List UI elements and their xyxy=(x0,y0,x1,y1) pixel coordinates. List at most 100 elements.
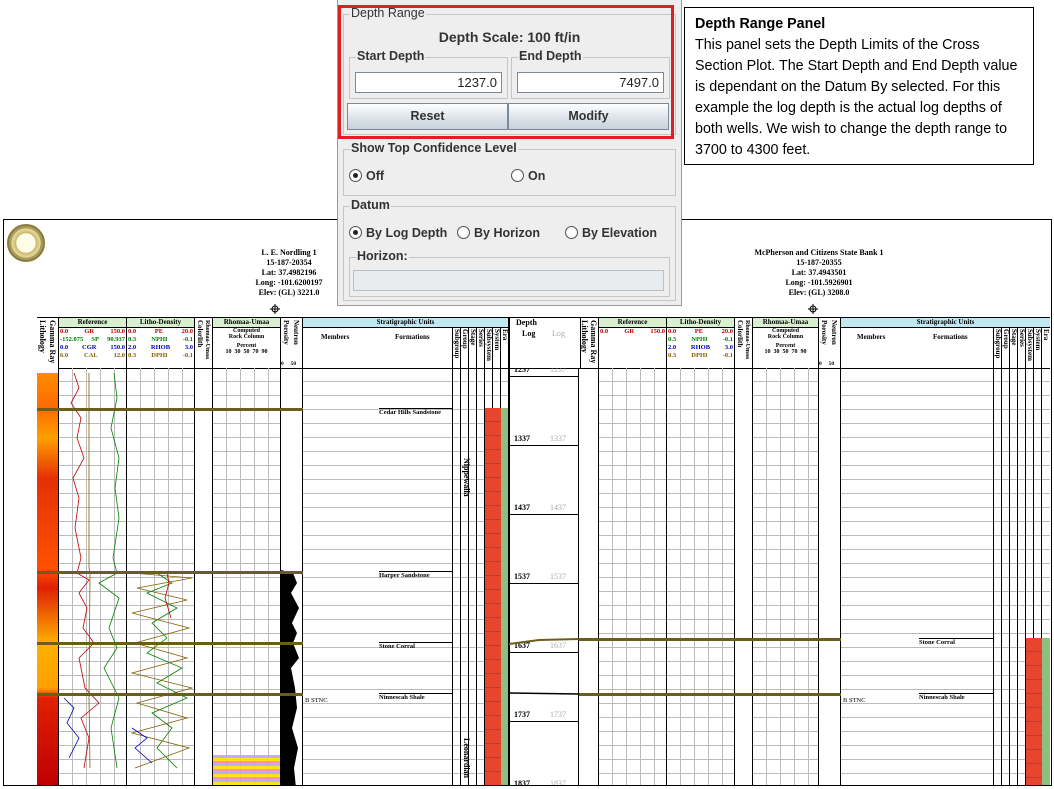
neutron-porosity-fill xyxy=(281,570,299,785)
curve-max: -0.1 xyxy=(182,352,193,359)
well-2-lat: Lat: 37.4943501 xyxy=(791,268,847,277)
colorlith-header: Colorlith Rhomaa-Umaa xyxy=(195,318,213,368)
curve-scale-row: 0.0 CGR 150.0 xyxy=(59,344,126,352)
confidence-on-radio[interactable]: On xyxy=(511,169,545,183)
strat-col-divider xyxy=(1017,368,1018,785)
curve-name: NPHI xyxy=(691,336,708,343)
depth-tick-label: 1237 xyxy=(514,368,530,374)
rock-column-label: Rock Column xyxy=(228,334,265,340)
curve-max: 20.0 xyxy=(181,328,193,335)
curve-max: 150.0 xyxy=(110,328,125,335)
strat-col-divider xyxy=(993,327,994,368)
curve-max: 3.0 xyxy=(724,344,733,351)
horizon-group: Horizon: xyxy=(349,249,670,297)
depth-tick-label: 1837 xyxy=(514,779,530,785)
depth-tick-line xyxy=(510,583,578,584)
right-reference-title: Reference xyxy=(599,318,666,328)
member-label: B STNC xyxy=(305,697,328,704)
curve-name: GR xyxy=(84,328,95,335)
kgs-logo-icon xyxy=(7,224,45,262)
right-rock-column-label: Rock Column xyxy=(767,334,804,340)
curve-scale-row: 0.3 NPHI -0.1 xyxy=(667,336,734,344)
right-neutron-ticks: 0 50 xyxy=(819,361,835,367)
formation-top-line xyxy=(379,642,453,643)
curve-min: 0.0 xyxy=(668,328,677,335)
curve-max: 12.0 xyxy=(113,352,125,359)
formation-top-line xyxy=(919,638,994,639)
litho-density-track xyxy=(127,368,195,785)
log-label-secondary: Log xyxy=(552,329,565,338)
members-label: Members xyxy=(321,333,350,341)
formation-top-line xyxy=(379,693,453,694)
porosity-header: Porosity Neutron 0 50 xyxy=(281,318,303,368)
confidence-off-radio[interactable]: Off xyxy=(349,169,384,183)
curve-min: 0.3 xyxy=(668,352,677,359)
datum-group: Datum By Log Depth By Horizon By Elevati… xyxy=(343,198,676,301)
curve-max: 90.937 xyxy=(107,336,125,343)
curve-max: 3.0 xyxy=(184,344,193,351)
strat-units-track: Cedar Hills Sandstone Harper Sandstone Sto… xyxy=(303,368,509,785)
well-2-name: McPherson and Citizens State Bank 1 xyxy=(754,248,884,257)
confidence-off-label: Off xyxy=(366,169,385,183)
strat-col-divider xyxy=(500,327,501,368)
datum-elevation-radio[interactable]: By Elevation xyxy=(565,226,657,240)
strat-col-divider xyxy=(468,327,469,368)
curve-scale-row: 0.0 GR 150.0 xyxy=(59,328,126,336)
curve-name: NPHI xyxy=(151,336,168,343)
well-2-track-headers: Lithology Gamma Ray Reference 0.0 GR 150.0… xyxy=(579,317,1050,369)
curve-scale-row: 6.0 CAL 12.0 xyxy=(59,352,126,360)
rhomaa-umaa-title: Rhomaa-Umaa xyxy=(213,318,280,328)
datum-legend: Datum xyxy=(350,198,391,212)
right-rhomaa-umaa-small-label: Rhomaa-Umaa xyxy=(744,320,750,359)
curve-min: 2.0 xyxy=(668,344,677,351)
neutron-label: Neutron xyxy=(292,320,300,345)
colorlith-label: Colorlith xyxy=(196,320,204,348)
formation-top-label: Cedar Hills Sandstone xyxy=(379,409,442,416)
right-lithology-label: Lithology xyxy=(580,320,589,353)
well-2-marker-icon xyxy=(808,304,818,314)
right-rhomaa-umaa-title: Rhomaa-Umaa xyxy=(753,318,818,328)
strat-col-divider xyxy=(476,327,477,368)
lithology-label: Lithology xyxy=(38,320,47,353)
rhomaa-umaa-small-label: Rhomaa-Umaa xyxy=(204,320,210,359)
era-fill xyxy=(1042,638,1050,785)
horizon-line-ninnescah-right xyxy=(579,693,841,696)
strat-col-divider xyxy=(1033,327,1034,368)
curve-scale-row: -152.075 SP 90.937 xyxy=(59,336,126,344)
horizon-correlation-lines xyxy=(509,638,579,695)
datum-log-depth-label: By Log Depth xyxy=(366,226,448,240)
right-rock-column-header: Rhomaa-Umaa Computed Rock Column Percent… xyxy=(753,318,819,368)
curve-min: 0.0 xyxy=(128,328,137,335)
strat-col-divider xyxy=(1041,327,1042,368)
datum-horizon-radio[interactable]: By Horizon xyxy=(457,226,540,240)
curve-scale-row: 2.0 RHOB 3.0 xyxy=(667,344,734,352)
strat-col-divider xyxy=(1001,368,1002,785)
strat-col-divider xyxy=(1017,327,1018,368)
formation-top-label: Harper Sandstone xyxy=(379,572,430,579)
horizon-line-harper xyxy=(37,571,303,574)
reference-header: Reference 0.0 GR 150.0 -152.075 SP 90.937 0.0 C… xyxy=(59,318,127,368)
strat-units-title: Stratigraphic Units xyxy=(303,318,508,328)
reference-curves xyxy=(63,372,120,769)
formation-top-line xyxy=(919,693,994,694)
strat-col-divider xyxy=(1009,327,1010,368)
curve-scale-row: 0.3 DPHI -0.1 xyxy=(127,352,194,360)
curve-name: CGR xyxy=(82,344,97,351)
callout-body: This panel sets the Depth Limits of the … xyxy=(695,37,1018,158)
right-litho-density-title: Litho-Density xyxy=(667,318,734,328)
horizon-line-cedar-hills xyxy=(37,408,303,411)
horizon-field[interactable] xyxy=(353,270,664,291)
curve-min: 0.3 xyxy=(128,336,137,343)
right-reference-header: Reference 0.0 GR 150.0 xyxy=(599,318,667,368)
strat-col-divider xyxy=(492,327,493,368)
strat-col-label: Era xyxy=(501,329,509,341)
strat-col-divider xyxy=(452,368,453,785)
curve-min: 0.0 xyxy=(60,344,69,351)
well-2-long: Long: -101.5926901 xyxy=(785,278,853,287)
right-rock-column-track xyxy=(753,368,819,785)
curve-min: 6.0 xyxy=(60,352,69,359)
right-porosity-header: Porosity Neutron 0 50 xyxy=(819,318,841,368)
depth-tick-label: 1437 xyxy=(514,503,530,512)
curve-max: 20.0 xyxy=(721,328,733,335)
datum-log-depth-radio[interactable]: By Log Depth xyxy=(349,226,447,240)
